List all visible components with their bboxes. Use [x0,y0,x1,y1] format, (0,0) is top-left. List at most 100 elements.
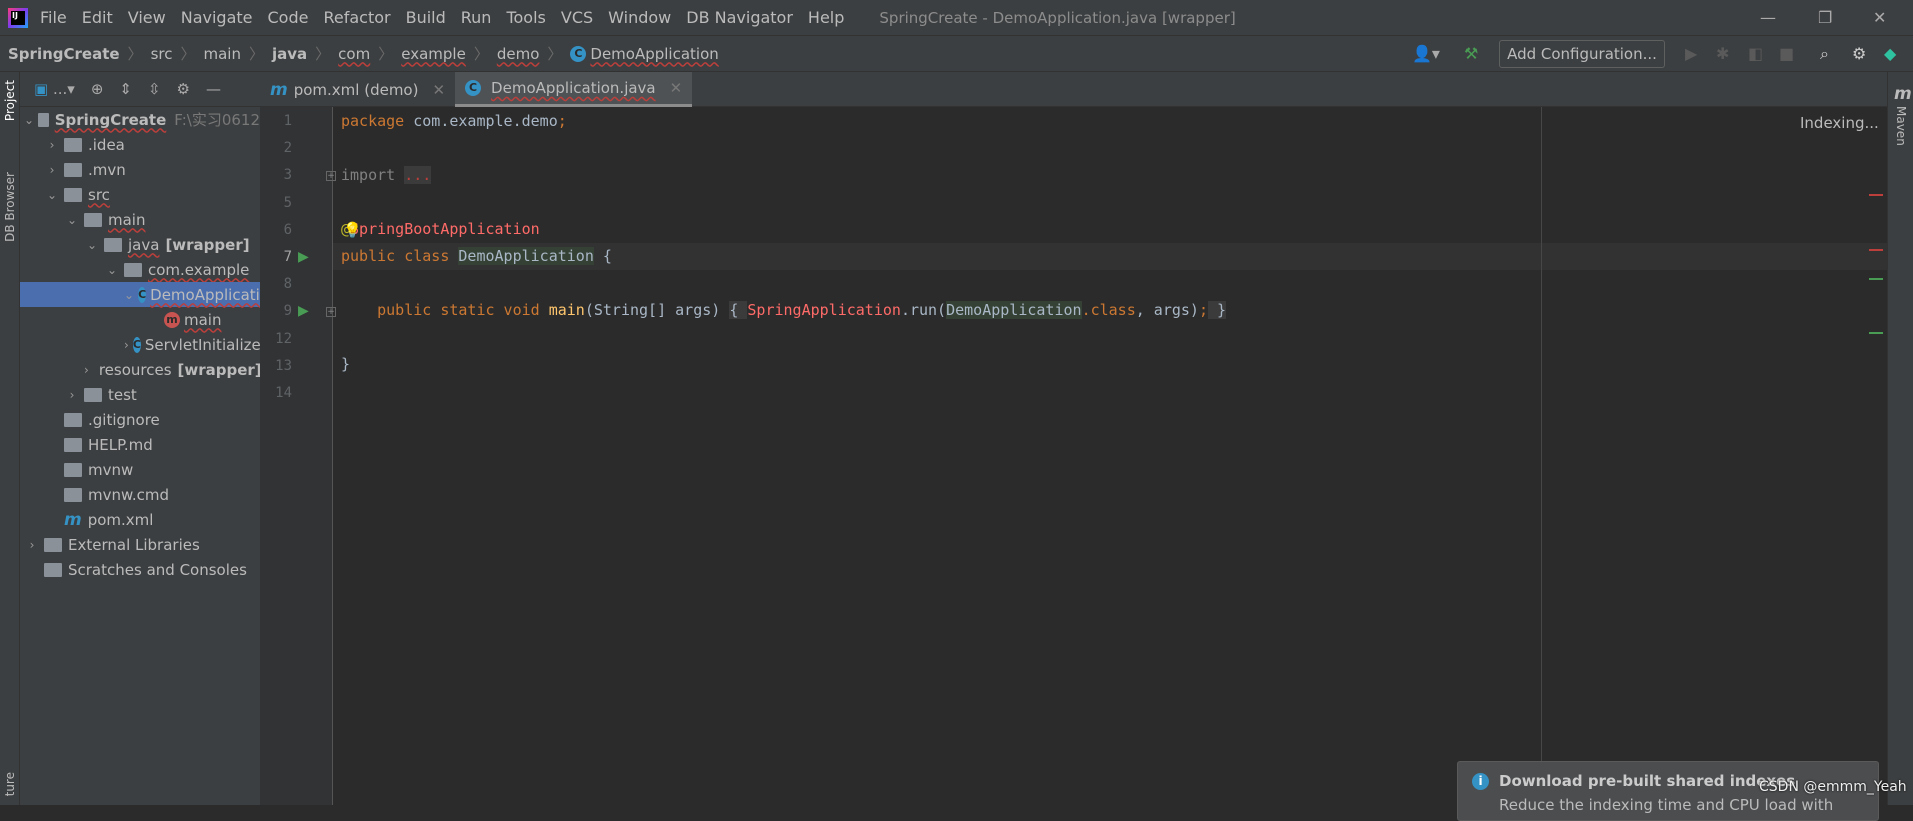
gear-icon[interactable]: ⚙ [1852,44,1866,63]
tree-item[interactable]: ⌄ CDemoApplication [20,282,260,307]
chevron-down-icon[interactable]: ⌄ [44,188,60,202]
breadcrumb-item[interactable]: src [151,45,173,63]
close-tab-icon[interactable]: ✕ [670,79,683,97]
chevron-down-icon[interactable]: ⌄ [124,288,134,302]
build-hammer-icon[interactable]: ⚒ [1464,44,1478,63]
tree-item[interactable]: HELP.md [20,432,260,457]
project-tool-tab[interactable]: Project [3,80,17,121]
menu-navigate[interactable]: Navigate [181,8,253,27]
menu-run[interactable]: Run [461,8,492,27]
folded-imports[interactable]: ... [404,166,432,184]
breadcrumb-item[interactable]: demo [497,45,540,63]
tree-item[interactable]: m pom.xml [20,507,260,532]
expand-all-icon[interactable]: ⇕ [119,80,132,98]
menu-db-navigator[interactable]: DB Navigator [686,8,793,27]
minimize-icon[interactable]: — [1760,8,1776,27]
chevron-down-icon[interactable]: ⌄ [104,263,120,277]
coverage-icon[interactable]: ◧ [1748,44,1763,63]
chevron-right-icon[interactable]: › [24,538,40,552]
chevron-right-icon[interactable]: › [84,363,89,377]
tree-item[interactable]: .gitignore [20,407,260,432]
tree-item[interactable]: ⌄ src [20,182,260,207]
info-icon: i [1472,772,1489,790]
run-icon[interactable]: ▶ [1685,44,1697,63]
code-editor[interactable]: package com.example.demo; import ... @Sp… [333,107,1887,805]
db-browser-tool-tab[interactable]: DB Browser [3,172,17,242]
tree-item-label: mvnw [88,460,134,479]
error-stripe-mark[interactable] [1869,278,1883,280]
window-title: SpringCreate - DemoApplication.java [wra… [879,8,1236,27]
view-selector[interactable]: ▣ ...▾ [34,80,75,98]
chevron-right-icon[interactable]: › [124,338,129,352]
tree-item[interactable]: ⌄ SpringCreate F:\实习0612 [20,107,260,132]
folder-icon [84,212,102,227]
debug-icon[interactable]: ✱ [1716,44,1729,63]
chevron-right-icon[interactable]: › [64,388,80,402]
menu-code[interactable]: Code [268,8,309,27]
breadcrumb-item[interactable]: java [272,45,307,63]
structure-tool-tab[interactable]: ture [3,772,17,796]
tree-item[interactable]: › resources [wrapper] [20,357,260,382]
tree-item[interactable]: ⌄ com.example [20,257,260,282]
menu-view[interactable]: View [128,8,166,27]
tree-item[interactable]: mvnw [20,457,260,482]
tab-demo-application[interactable]: C DemoApplication.java ✕ [455,72,693,107]
close-tab-icon[interactable]: ✕ [432,81,445,99]
gear-icon[interactable]: ⚙ [177,80,190,98]
menu-help[interactable]: Help [808,8,844,27]
chevron-right-icon[interactable]: › [44,163,60,177]
chevron-down-icon[interactable]: ⌄ [24,113,34,127]
tree-item[interactable]: ⌄ java [wrapper] [20,232,260,257]
menu-vcs[interactable]: VCS [561,8,593,27]
search-icon[interactable]: ⌕ [1820,44,1829,64]
menu-refactor[interactable]: Refactor [323,8,390,27]
menu-file[interactable]: File [40,8,67,27]
tab-pom-xml[interactable]: m pom.xml (demo) ✕ [260,72,455,107]
tree-item[interactable]: › test [20,382,260,407]
folder-icon [44,537,62,552]
lightbulb-icon[interactable]: 💡 [343,221,362,239]
hide-icon[interactable]: — [206,80,221,98]
tree-item-label: src [88,185,110,204]
tree-item-label: java [128,235,160,254]
editor-tabs: m pom.xml (demo) ✕ C DemoApplication.java ✕ [260,72,1887,107]
user-icon[interactable]: 👤▾ [1412,44,1440,63]
tree-item[interactable]: › .mvn [20,157,260,182]
stop-icon[interactable]: ■ [1779,44,1794,63]
maven-icon: m [64,509,82,530]
tree-item[interactable]: Scratches and Consoles [20,557,260,582]
editor-gutter: 1 2 3 5 6 7 8 9 12 13 14 ▶ ▶ + + [260,107,336,805]
menu-edit[interactable]: Edit [82,8,113,27]
chevron-down-icon[interactable]: ⌄ [64,213,80,227]
menu-build[interactable]: Build [406,8,446,27]
breadcrumb-item[interactable]: main [203,45,240,63]
tree-item[interactable]: m main [20,307,260,332]
breadcrumb-item[interactable]: DemoApplication [590,45,718,63]
collapse-all-icon[interactable]: ⇳ [148,80,161,98]
tree-item[interactable]: › .idea [20,132,260,157]
breadcrumb-item[interactable]: example [401,45,466,63]
run-gutter-icon[interactable]: ▶ [298,303,309,319]
tree-item[interactable]: › External Libraries [20,532,260,557]
chevron-right-icon[interactable]: › [44,138,60,152]
tree-item[interactable]: mvnw.cmd [20,482,260,507]
tree-item[interactable]: ⌄ main [20,207,260,232]
tree-item[interactable]: › C ServletInitializer [20,332,260,357]
folder-icon [38,112,49,127]
error-stripe-mark[interactable] [1869,194,1883,196]
maven-tool-tab[interactable]: Maven [1894,106,1908,146]
code-with-me-icon[interactable]: ◆ [1884,44,1896,63]
breadcrumb-item[interactable]: SpringCreate [8,45,120,63]
breadcrumb-item[interactable]: com [338,45,370,63]
restore-icon[interactable]: ❐ [1818,8,1832,27]
chevron-down-icon[interactable]: ⌄ [84,238,100,252]
code-line: import ... [341,166,432,184]
run-gutter-icon[interactable]: ▶ [298,249,309,265]
menu-window[interactable]: Window [608,8,671,27]
menu-tools[interactable]: Tools [506,8,545,27]
error-stripe-mark[interactable] [1869,249,1883,251]
add-configuration-button[interactable]: Add Configuration... [1499,40,1665,68]
close-icon[interactable]: ✕ [1873,8,1886,27]
locate-icon[interactable]: ⊕ [91,80,104,98]
error-stripe-mark[interactable] [1869,332,1883,334]
